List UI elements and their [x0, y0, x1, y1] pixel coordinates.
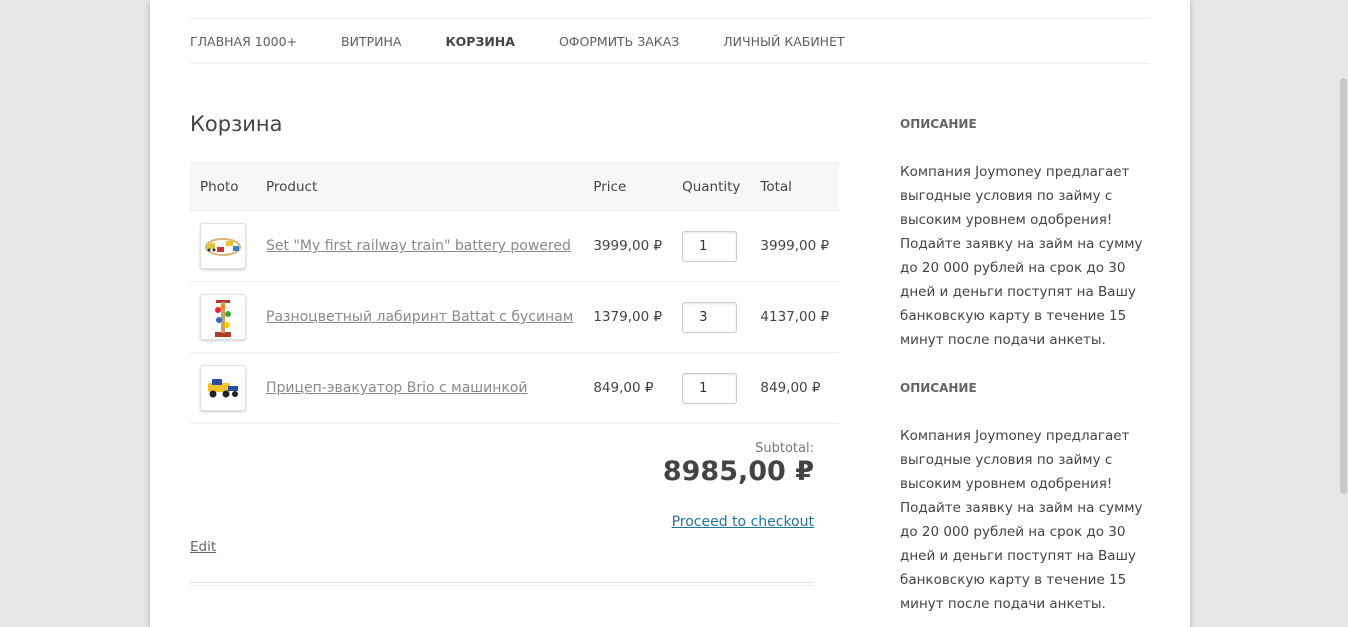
- cart-cell-photo: [190, 281, 256, 353]
- cart-cell-product: Разноцветный лабиринт Battat с бусинам: [256, 281, 584, 353]
- cart-cell-price: 849,00 ₽: [583, 352, 673, 424]
- scrollbar-thumb[interactable]: [1340, 78, 1347, 494]
- content-divider: [190, 582, 814, 586]
- cart-row: Прицеп-эвакуатор Brio с машинкой 849,00 …: [190, 352, 840, 424]
- nav-item-cart[interactable]: Корзина: [445, 34, 514, 49]
- page-scrollbar[interactable]: [1338, 0, 1348, 627]
- main-navigation: Главная 1000+ Витрина Корзина Оформить з…: [190, 18, 1150, 64]
- bead-maze-icon: [215, 300, 231, 337]
- nav-item-home[interactable]: Главная 1000+: [190, 34, 297, 49]
- proceed-to-checkout-link[interactable]: Proceed to checkout: [614, 514, 814, 530]
- tow-truck-icon: [208, 379, 238, 398]
- subtotal-label: Subtotal:: [755, 441, 814, 456]
- quantity-input[interactable]: [682, 372, 738, 404]
- column-header-product: Product: [256, 162, 584, 211]
- sidebar-widget-title: Описание: [900, 381, 977, 395]
- sidebar-widget-text: Компания Joymoney предлагает выгодные ус…: [900, 164, 1143, 348]
- cart-cell-product: Set "My first railway train" battery pow…: [256, 210, 584, 282]
- sidebar-widget-text: Компания Joymoney предлагает выгодные ус…: [900, 428, 1143, 612]
- product-link[interactable]: Разноцветный лабиринт Battat с бусинам: [266, 309, 573, 325]
- column-header-quantity: Quantity: [672, 162, 751, 211]
- quantity-input[interactable]: [682, 230, 738, 262]
- page-container: Главная 1000+ Витрина Корзина Оформить з…: [150, 0, 1190, 627]
- product-thumbnail[interactable]: [200, 294, 246, 340]
- edit-cart-link[interactable]: Edit: [190, 539, 216, 555]
- page-title: Корзина: [190, 112, 283, 136]
- quantity-input[interactable]: [682, 301, 738, 333]
- nav-item-showcase[interactable]: Витрина: [341, 34, 401, 49]
- cart-cell-price: 3999,00 ₽: [583, 210, 673, 282]
- cart-row: Разноцветный лабиринт Battat с бусинам 1…: [190, 281, 840, 353]
- cart-cell-total: 3999,00 ₽: [750, 210, 840, 282]
- nav-item-account[interactable]: Личный кабинет: [723, 34, 844, 49]
- product-thumbnail[interactable]: [200, 223, 246, 269]
- product-thumbnail[interactable]: [200, 365, 246, 411]
- cart-cell-product: Прицеп-эвакуатор Brio с машинкой: [256, 352, 584, 424]
- subtotal-value: 8985,00 ₽: [662, 456, 814, 487]
- column-header-photo: Photo: [190, 162, 256, 211]
- cart-cell-total: 4137,00 ₽: [750, 281, 840, 353]
- cart-cell-quantity: [672, 352, 751, 424]
- cart-cell-photo: [190, 352, 256, 424]
- product-link[interactable]: Прицеп-эвакуатор Brio с машинкой: [266, 380, 528, 396]
- nav-item-checkout[interactable]: Оформить заказ: [559, 34, 679, 49]
- train-toy-icon: [205, 238, 241, 256]
- cart-cell-photo: [190, 210, 256, 282]
- product-link[interactable]: Set "My first railway train" battery pow…: [266, 238, 571, 254]
- column-header-total: Total: [750, 162, 840, 211]
- cart-cell-quantity: [672, 210, 751, 282]
- cart-table-header: Photo Product Price Quantity Total: [190, 162, 840, 211]
- sidebar-widget-title: Описание: [900, 117, 977, 131]
- cart-cell-quantity: [672, 281, 751, 353]
- cart-cell-total: 849,00 ₽: [750, 352, 840, 424]
- cart-cell-price: 1379,00 ₽: [583, 281, 673, 353]
- cart-row: Set "My first railway train" battery pow…: [190, 210, 840, 282]
- cart-table: Photo Product Price Quantity Total Set "…: [190, 162, 840, 424]
- column-header-price: Price: [583, 162, 673, 211]
